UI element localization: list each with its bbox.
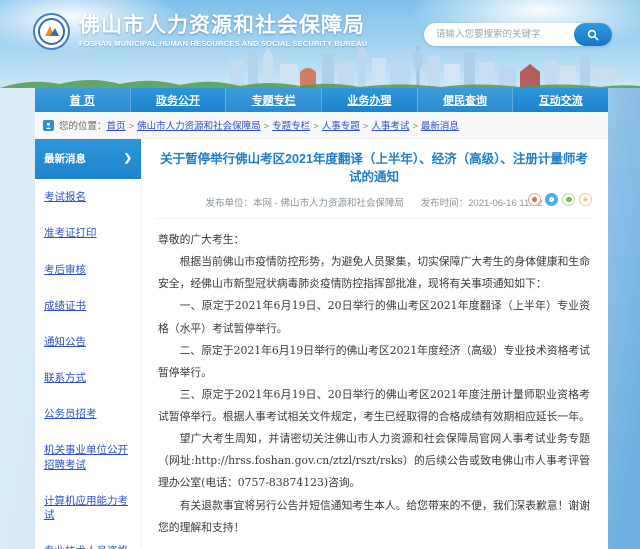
nav-item[interactable]: 首 页 [35,88,130,112]
brand-text: 佛山市人力资源和社会保障局 FOSHAN MUNICIPAL HUMAN RES… [79,13,368,49]
sidebar-item-label: 最新消息 [44,153,86,165]
page: 佛山市人力资源和社会保障局 FOSHAN MUNICIPAL HUMAN RES… [0,0,640,549]
main-nav: 首 页政务公开 专题专栏 业务办理 便民查询 互动交流 [35,88,608,112]
nav-item[interactable]: 互动交流 [512,88,608,112]
sidebar-item-label: 专业技术人员资格考试 [44,544,132,549]
nav-item[interactable]: 专题专栏 [225,88,322,112]
breadcrumb-link[interactable]: 佛山市人力资源和社会保障局 [137,118,272,132]
search-bar [424,23,612,46]
favorite-star-icon[interactable]: ★ [579,193,592,206]
site-title: 佛山市人力资源和社会保障局 [79,13,365,37]
sidebar-item[interactable]: 考后审核 [35,252,141,288]
publisher-label: 发布单位：本网 - 佛山市人力资源和社会保障局 [205,198,404,209]
content-area: 最新消息 考试报名 准考证打印 考后审核 成绩证书 [35,139,608,549]
sidebar-item-label: 准考证打印 [44,227,97,240]
nav-item[interactable]: 政务公开 [129,88,226,112]
share-buttons: ★ [528,193,592,206]
article-body: 尊敬的广大考生： 根据当前佛山市疫情防控形势，为避免人员聚集，切实保障广大考生的身… [156,219,592,539]
sidebar-item[interactable]: 最新消息 [35,139,141,180]
sidebar-menu: 最新消息 考试报名 准考证打印 考后审核 成绩证书 [35,139,142,549]
sidebar-item[interactable]: 成绩证书 [35,288,141,324]
article-title: 关于暂停举行佛山考区2021年度翻译（上半年）、经济（高级）、注册计量师考试的通… [160,152,588,184]
breadcrumb-link[interactable]: 首页 [107,118,138,132]
sidebar-item-label: 公务员招考 [44,408,97,421]
breadcrumb-prefix: 您的位置： [59,121,107,132]
article-paragraph: 尊敬的广大考生： [158,233,245,246]
share-qq-icon[interactable] [545,193,558,206]
sidebar-item-label: 考试报名 [44,191,86,204]
sidebar-item[interactable]: 准考证打印 [35,215,141,251]
sidebar-item[interactable]: 联系方式 [35,360,141,396]
article-paragraph: 三、原定于2021年6月19日、20日举行的佛山考区2021年度注册计量师职业资… [158,387,590,423]
sidebar-item[interactable]: 计算机应用能力考试 [35,483,141,533]
article-paragraph: 根据当前佛山市疫情防控形势，为避免人员聚集，切实保障广大考生的身体健康和生命安全… [158,255,590,291]
breadcrumb-link[interactable]: 专题专栏 [272,118,322,132]
sidebar-item-label: 联系方式 [44,372,86,385]
breadcrumb-link[interactable]: 最新消息 [421,118,459,132]
sidebar-item[interactable]: 公务员招考 [35,396,141,432]
nav-item[interactable]: 便民查询 [416,88,513,112]
share-wechat-icon[interactable] [562,193,575,206]
breadcrumb-links: 首页佛山市人力资源和社会保障局专题专栏人事专题人事考试最新消息 [107,118,459,132]
site-title-en: FOSHAN MUNICIPAL HUMAN RESOURCES AND SOC… [79,39,368,49]
article-paragraph: 二、原定于2021年6月19日举行的佛山考区2021年度经济（高级）专业技术资格… [158,343,590,379]
sidebar-item-label: 成绩证书 [44,299,86,312]
breadcrumb: 您的位置： 首页佛山市人力资源和社会保障局专题专栏人事专题人事考试最新消息 [35,112,608,139]
search-input[interactable] [424,29,574,40]
breadcrumb-link[interactable]: 人事专题 [322,118,372,132]
sidebar-item[interactable]: 考试报名 [35,179,141,215]
brand: 佛山市人力资源和社会保障局 FOSHAN MUNICIPAL HUMAN RES… [33,13,367,50]
sidebar-item-label: 机关事业单位公开招聘考试 [44,444,128,471]
article-paragraph: 有关退款事宜将另行公告并短信通知考生本人。给您带来的不便，我们深表歉意！谢谢您的… [158,498,590,534]
article-paragraph: 一、原定于2021年6月19日、20日举行的佛山考区2021年度翻译（上半年）专… [158,299,590,335]
sidebar-item-label: 考后审核 [44,263,86,276]
article: 关于暂停举行佛山考区2021年度翻译（上半年）、经济（高级）、注册计量师考试的通… [142,139,608,549]
sidebar-item[interactable]: 专业技术人员资格考试 [35,533,141,549]
sidebar-item[interactable]: 通知公告 [35,324,141,360]
bureau-logo-icon [33,13,70,50]
location-marker-icon [43,119,54,131]
search-button[interactable] [574,23,612,46]
sidebar-item[interactable]: 机关事业单位公开招聘考试 [35,432,141,482]
share-weibo-icon[interactable] [528,193,541,206]
search-icon [587,29,599,40]
article-meta: 发布单位：本网 - 佛山市人力资源和社会保障局 发布时间：2021-06-16 … [156,193,592,219]
article-paragraph: 望广大考生周知，并请密切关注佛山市人力资源和社会保障局官网人事考试业务专题（网址… [158,432,590,490]
sidebar-item-label: 通知公告 [44,335,86,348]
sidebar-item-label: 计算机应用能力考试 [44,494,128,521]
content-shell: 首 页政务公开专题专栏业务办理便民查询互动交流 您的位置： 首页佛山市人力资源和… [35,88,608,549]
nav-item[interactable]: 业务办理 [321,88,417,112]
site-header: 佛山市人力资源和社会保障局 FOSHAN MUNICIPAL HUMAN RES… [0,0,640,88]
publish-time: 发布时间：2021-06-16 11:32 [420,198,543,209]
breadcrumb-link[interactable]: 人事考试 [371,118,421,132]
